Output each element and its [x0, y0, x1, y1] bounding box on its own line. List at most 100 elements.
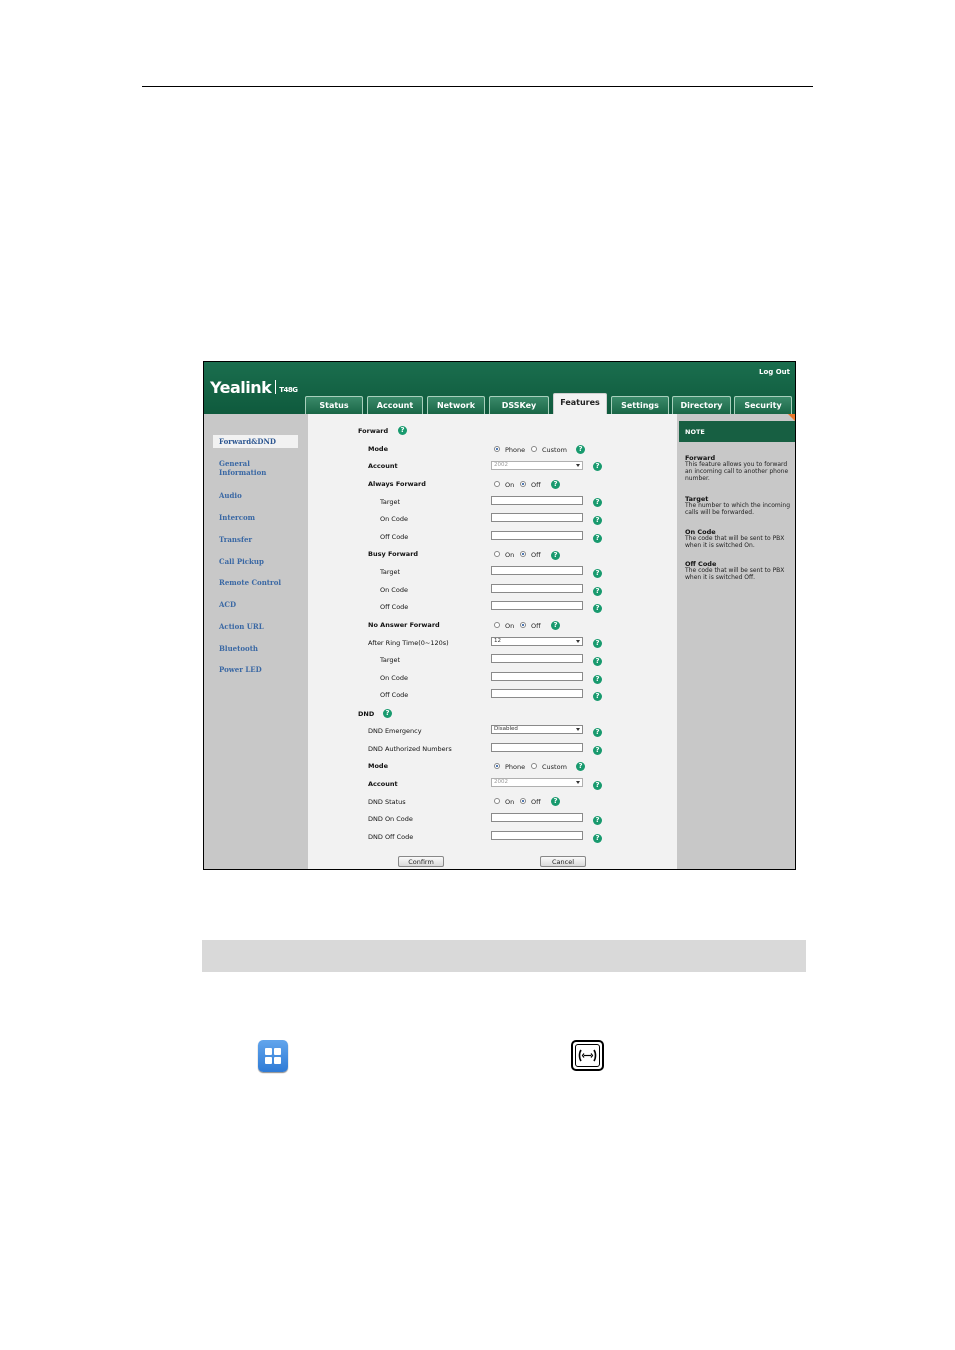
account-label: Account [368, 462, 398, 470]
help-icon[interactable]: ? [593, 692, 602, 701]
confirm-button[interactable]: Confirm [398, 856, 444, 867]
dnd-status-off-label: Off [531, 798, 541, 806]
always-forward-label: Always Forward [368, 480, 426, 488]
help-icon[interactable]: ? [398, 426, 407, 435]
no-answer-on-code-input[interactable] [491, 672, 583, 681]
tab-security[interactable]: Security [734, 396, 792, 414]
sidebar-item-power-led[interactable]: Power LED [219, 665, 262, 674]
sidebar-item-acd[interactable]: ACD [219, 600, 236, 609]
always-on-code-label: On Code [380, 515, 408, 523]
busy-forward-off-label: Off [531, 551, 541, 559]
dnd-off-code-input[interactable] [491, 831, 583, 840]
always-forward-on-label: On [505, 481, 515, 489]
help-icon[interactable]: ? [383, 709, 392, 718]
dnd-emergency-select[interactable]: Disabled [491, 725, 583, 734]
help-icon[interactable]: ? [593, 534, 602, 543]
help-icon[interactable]: ? [551, 551, 560, 560]
dnd-status-label: DND Status [368, 798, 406, 806]
busy-on-code-input[interactable] [491, 584, 583, 593]
no-answer-target-input[interactable] [491, 654, 583, 663]
help-icon[interactable]: ? [593, 498, 602, 507]
help-icon[interactable]: ? [593, 657, 602, 666]
web-ui-screenshot: Yealink T48G Log Out Status Account Netwo… [203, 361, 796, 870]
help-icon[interactable]: ? [593, 462, 602, 471]
help-icon[interactable]: ? [593, 516, 602, 525]
busy-off-code-input[interactable] [491, 601, 583, 610]
tab-dsskey[interactable]: DSSKey [489, 396, 549, 414]
dnd-status-on-label: On [505, 798, 515, 806]
section-bar [202, 940, 806, 972]
dnd-emergency-label: DND Emergency [368, 727, 422, 735]
sidebar-item-general-line1[interactable]: General [219, 459, 250, 468]
dnd-authorized-label: DND Authorized Numbers [368, 745, 452, 753]
no-answer-on-radio[interactable] [494, 622, 500, 628]
help-icon[interactable]: ? [593, 746, 602, 755]
no-answer-off-code-input[interactable] [491, 689, 583, 698]
always-target-input[interactable] [491, 496, 583, 505]
sidebar-item-action-url[interactable]: Action URL [219, 622, 264, 631]
mode-custom-radio[interactable] [531, 446, 537, 452]
no-answer-on-code-label: On Code [380, 674, 408, 682]
help-icon[interactable]: ? [593, 675, 602, 684]
menu-grid-icon [258, 1040, 288, 1072]
sidebar-item-general-line2[interactable]: Information [219, 468, 266, 477]
help-icon[interactable]: ? [593, 587, 602, 596]
help-icon[interactable]: ? [593, 639, 602, 648]
help-icon[interactable]: ? [593, 781, 602, 790]
dnd-status-off-radio[interactable] [520, 798, 526, 804]
busy-forward-off-radio[interactable] [520, 551, 526, 557]
help-icon[interactable]: ? [593, 728, 602, 737]
help-icon[interactable]: ? [593, 816, 602, 825]
dnd-authorized-input[interactable] [491, 743, 583, 752]
sidebar-item-forward-dnd[interactable]: Forward&DND [213, 435, 298, 448]
busy-target-input[interactable] [491, 566, 583, 575]
dnd-account-select[interactable]: 2002 [491, 778, 583, 787]
help-icon[interactable]: ? [593, 569, 602, 578]
help-icon[interactable]: ? [551, 480, 560, 489]
dnd-mode-custom-radio[interactable] [531, 763, 537, 769]
sidebar [210, 414, 304, 869]
mode-phone-radio[interactable] [494, 446, 500, 452]
logout-link[interactable]: Log Out [759, 368, 790, 376]
help-icon[interactable]: ? [551, 621, 560, 630]
busy-forward-on-label: On [505, 551, 515, 559]
dnd-status-on-radio[interactable] [494, 798, 500, 804]
cancel-button[interactable]: Cancel [540, 856, 586, 867]
note-panel: NOTE Forward This feature allows you to … [679, 414, 795, 869]
busy-forward-on-radio[interactable] [494, 551, 500, 557]
tab-network[interactable]: Network [427, 396, 485, 414]
always-on-code-input[interactable] [491, 513, 583, 522]
note-title: NOTE [685, 428, 705, 436]
sidebar-item-intercom[interactable]: Intercom [219, 513, 255, 522]
help-icon[interactable]: ? [593, 834, 602, 843]
dnd-on-code-input[interactable] [491, 813, 583, 822]
sidebar-item-call-pickup[interactable]: Call Pickup [219, 557, 264, 566]
sidebar-item-remote-control[interactable]: Remote Control [219, 578, 281, 587]
model-name: T48G [279, 386, 298, 394]
tab-account[interactable]: Account [367, 396, 423, 414]
always-forward-off-radio[interactable] [520, 481, 526, 487]
dnd-mode-phone-label: Phone [505, 763, 526, 771]
dnd-mode-phone-radio[interactable] [494, 763, 500, 769]
tab-directory[interactable]: Directory [672, 396, 731, 414]
sidebar-item-transfer[interactable]: Transfer [219, 535, 252, 544]
help-icon[interactable]: ? [576, 762, 585, 771]
help-icon[interactable]: ? [576, 445, 585, 454]
help-icon[interactable]: ? [551, 797, 560, 806]
account-select[interactable]: 2002 [491, 461, 583, 470]
after-ring-time-select[interactable]: 12 [491, 637, 583, 646]
always-forward-off-label: Off [531, 481, 541, 489]
header-rule [142, 86, 813, 87]
help-icon[interactable]: ? [593, 604, 602, 613]
mode-label: Mode [368, 445, 388, 453]
top-header: Yealink T48G Log Out Status Account Netwo… [204, 362, 795, 414]
tab-features[interactable]: Features [553, 393, 607, 414]
always-target-label: Target [380, 498, 401, 506]
no-answer-off-radio[interactable] [520, 622, 526, 628]
always-off-code-input[interactable] [491, 531, 583, 540]
sidebar-item-bluetooth[interactable]: Bluetooth [219, 644, 258, 653]
sidebar-item-audio[interactable]: Audio [219, 491, 242, 500]
tab-status[interactable]: Status [305, 396, 363, 414]
tab-settings[interactable]: Settings [611, 396, 669, 414]
always-forward-on-radio[interactable] [494, 481, 500, 487]
